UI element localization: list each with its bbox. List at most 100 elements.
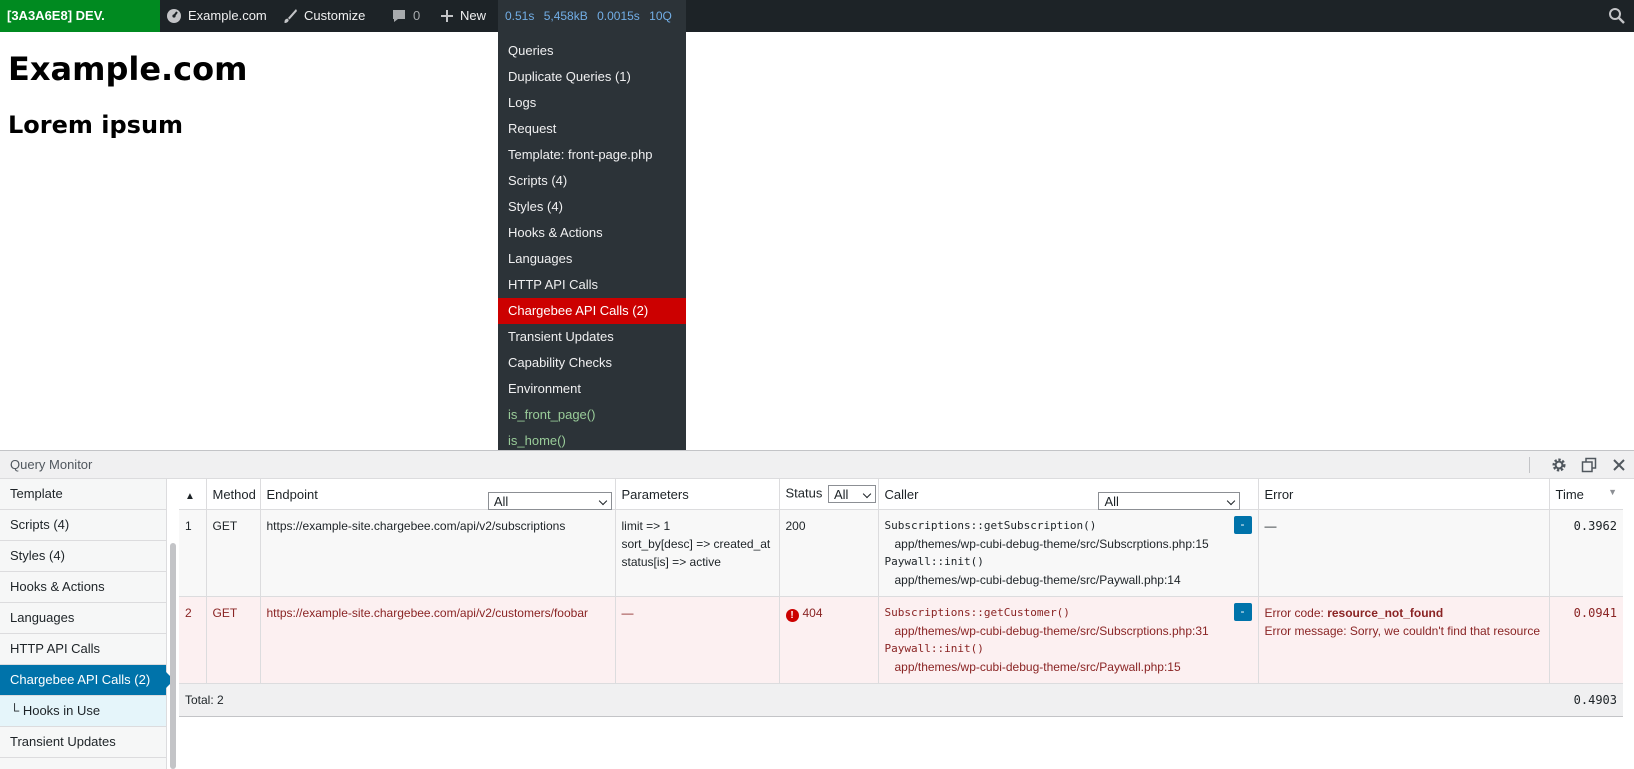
time-header-label: Time (1555, 486, 1584, 502)
endpoint-header: Endpoint All (259, 479, 615, 510)
nav-item-languages[interactable]: Languages (0, 603, 166, 634)
site-name-link[interactable]: Example.com (166, 0, 267, 32)
caller-function: Paywall::init() (884, 555, 984, 568)
total-count: Total: 2 (179, 683, 1549, 717)
endpoint-header-label: Endpoint (266, 486, 318, 502)
menu-item-queries[interactable]: Queries (498, 38, 686, 64)
menu-item-styles[interactable]: Styles (4) (498, 194, 686, 220)
table-header-row: ▲ Method Endpoint All Parameters Status … (179, 479, 1623, 510)
row-endpoint: https://example-site.chargebee.com/api/v… (259, 509, 615, 597)
sort-descending-icon[interactable]: ▼ (1608, 487, 1617, 497)
nav-item-http-api-calls[interactable]: HTTP API Calls (0, 634, 166, 665)
comment-icon (391, 8, 413, 23)
close-icon[interactable] (1604, 451, 1634, 481)
search-icon[interactable] (1608, 7, 1626, 28)
status-header-label: Status (785, 485, 823, 501)
row-time: 0.0941 (1548, 596, 1623, 684)
row-status: ! 404 (778, 596, 878, 684)
parameters-header: Parameters (614, 479, 779, 510)
row-status: 200 (778, 509, 878, 597)
pop-out-icon[interactable] (1574, 451, 1604, 482)
row-parameters: limit => 1 sort_by[desc] => created_at s… (614, 509, 779, 597)
stat-query-count: 10Q (649, 9, 672, 23)
error-code-label: Error code: (1264, 606, 1324, 620)
stat-query-time: 0.0015s (597, 9, 640, 23)
nav-item-scripts[interactable]: Scripts (4) (0, 510, 166, 541)
row-method: GET (205, 509, 260, 597)
row-number: 2 (179, 596, 206, 684)
caller-header-label: Caller (884, 486, 919, 502)
caller-filter-select[interactable]: All (1098, 491, 1241, 510)
caller-file-path[interactable]: app/themes/wp-cubi-debug-theme/src/Subsc… (885, 535, 1252, 553)
stat-memory: 5,458kB (543, 9, 588, 23)
caller-file-path[interactable]: app/themes/wp-cubi-debug-theme/src/Paywa… (885, 658, 1252, 676)
param-item: sort_by[desc] => created_at (621, 537, 771, 551)
menu-item-environment[interactable]: Environment (498, 376, 686, 402)
panel-title: Query Monitor (10, 457, 93, 472)
stat-time: 0.51s (505, 9, 535, 23)
nav-item-template[interactable]: Template (0, 479, 166, 510)
row-error: Error code: resource_not_found Error mes… (1257, 596, 1549, 684)
nav-item-hooks-actions[interactable]: Hooks & Actions (0, 572, 166, 603)
caller-function: Subscriptions::getCustomer() (884, 606, 1070, 619)
sort-column-header[interactable]: ▲ (179, 479, 206, 510)
menu-item-http-api-calls[interactable]: HTTP API Calls (498, 272, 686, 298)
new-content-link[interactable]: New (440, 0, 486, 32)
caller-toggle-button[interactable]: - (1233, 516, 1252, 534)
nav-item-transient-updates[interactable]: Transient Updates (0, 727, 166, 758)
row-method: GET (205, 596, 260, 684)
menu-item-duplicate-queries[interactable]: Duplicate Queries (1) (498, 64, 686, 90)
chargebee-calls-table: ▲ Method Endpoint All Parameters Status … (179, 479, 1623, 717)
caller-toggle-button[interactable]: - (1233, 603, 1252, 621)
menu-item-scripts[interactable]: Scripts (4) (498, 168, 686, 194)
menu-item-template[interactable]: Template: front-page.php (498, 142, 686, 168)
menu-item-is-front-page[interactable]: is_front_page() (498, 402, 686, 428)
menu-item-hooks-actions[interactable]: Hooks & Actions (498, 220, 686, 246)
table-row: 2 GET https://example-site.chargebee.com… (179, 596, 1623, 684)
panel-title-bar: Query Monitor (0, 451, 1634, 479)
admin-bar: [3A3A6E8] DEV. Example.com Customize 0 N… (0, 0, 1634, 32)
customize-link[interactable]: Customize (282, 0, 365, 32)
site-name-label: Example.com (188, 8, 267, 23)
menu-item-languages[interactable]: Languages (498, 246, 686, 272)
row-error: — (1257, 509, 1549, 597)
menu-item-request[interactable]: Request (498, 116, 686, 142)
method-header[interactable]: Method (205, 479, 260, 510)
status-filter-select[interactable]: All (827, 485, 876, 503)
panel-sidebar: Template Scripts (4) Styles (4) Hooks & … (0, 479, 174, 769)
caller-file-path[interactable]: app/themes/wp-cubi-debug-theme/src/Subsc… (885, 622, 1252, 640)
menu-item-capability-checks[interactable]: Capability Checks (498, 350, 686, 376)
nav-item-chargebee-api-calls[interactable]: Chargebee API Calls (2) (0, 665, 174, 696)
caller-function: Paywall::init() (884, 642, 984, 655)
menu-item-transient-updates[interactable]: Transient Updates (498, 324, 686, 350)
environment-badge[interactable]: [3A3A6E8] DEV. (0, 0, 160, 32)
error-message: Error message: Sorry, we couldn't find t… (1264, 624, 1541, 638)
time-header[interactable]: Time ▼ (1548, 479, 1623, 510)
page-title: Example.com (8, 50, 248, 88)
nav-item-styles[interactable]: Styles (4) (0, 541, 166, 572)
query-monitor-stats[interactable]: 0.51s 5,458kB 0.0015s 10Q (498, 0, 686, 32)
menu-item-chargebee-api-calls[interactable]: Chargebee API Calls (2) (498, 298, 686, 324)
settings-gear-icon[interactable] (1544, 451, 1574, 482)
error-code-line: Error code: resource_not_found (1265, 604, 1543, 622)
error-code-value: resource_not_found (1327, 606, 1444, 620)
nav-item-hooks-in-use[interactable]: └ Hooks in Use (0, 696, 166, 727)
dashboard-icon (166, 8, 188, 23)
sort-ascending-icon[interactable]: ▲ (185, 491, 195, 502)
caller-header: Caller All (877, 479, 1258, 510)
row-time: 0.3962 (1548, 509, 1623, 597)
plus-icon (440, 8, 460, 23)
table-total-row: Total: 2 0.4903 (179, 683, 1623, 717)
query-monitor-panel: Query Monitor Template Scripts (4) Style… (0, 450, 1634, 769)
row-number: 1 (179, 509, 206, 597)
comments-link[interactable]: 0 (391, 0, 420, 32)
caller-function: Subscriptions::getSubscription() (884, 519, 1097, 532)
sidebar-scrollbar[interactable] (170, 543, 176, 769)
row-caller: - Subscriptions::getSubscription() app/t… (877, 509, 1258, 597)
caller-file-path[interactable]: app/themes/wp-cubi-debug-theme/src/Paywa… (885, 571, 1252, 589)
menu-item-logs[interactable]: Logs (498, 90, 686, 116)
param-item: limit => 1 (621, 519, 671, 533)
endpoint-filter-select[interactable]: All (487, 491, 612, 510)
customize-label: Customize (304, 8, 366, 23)
query-monitor-menu: Queries Duplicate Queries (1) Logs Reque… (498, 32, 686, 459)
